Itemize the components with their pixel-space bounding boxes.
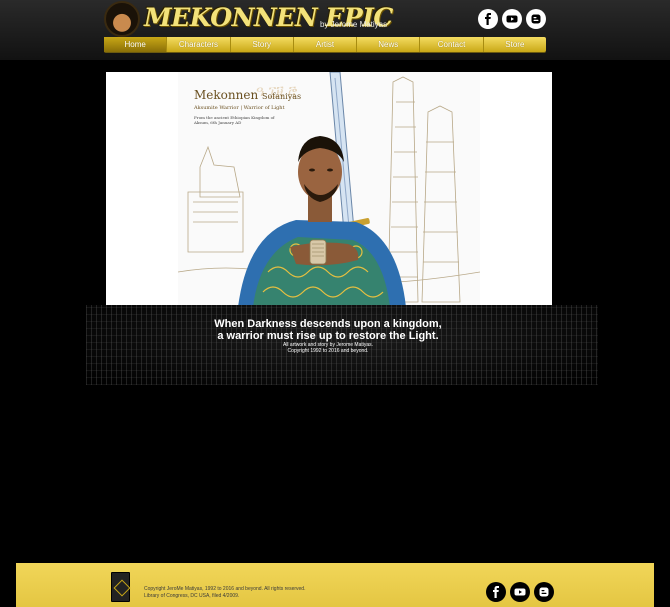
hero-title-main: Mekonnen — [194, 88, 259, 102]
hero-image-frame: ዓ ፲፱ ፸ Mekonnen Sofaniyas Aksumite Warri… — [106, 72, 552, 307]
hero-note: From the ancient Ethiopian Kingdom of Ak… — [194, 115, 275, 125]
facebook-icon[interactable] — [486, 582, 506, 602]
main-nav: Home Characters Story Artist News Contac… — [104, 37, 546, 52]
nav-story[interactable]: Story — [231, 37, 294, 52]
tagline-line-2: a warrior must rise up to restore the Li… — [217, 330, 439, 342]
hero-subtitle: Aksumite Warrior | Warrior of Light — [194, 105, 285, 111]
blogger-icon[interactable] — [526, 9, 546, 29]
social-links-header — [478, 9, 546, 29]
nav-artist[interactable]: Artist — [294, 37, 358, 52]
nav-store[interactable]: Store — [484, 37, 546, 52]
credit-line-2: Copyright 1992 to 2016 and beyond. — [287, 348, 369, 354]
tagline-block: When Darkness descends upon a kingdom, a… — [150, 318, 506, 354]
site-footer: Copyright JeroMe Matiyas, 1992 to 2016 a… — [16, 563, 654, 607]
footer-copyright: Copyright JeroMe Matiyas, 1992 to 2016 a… — [144, 586, 305, 600]
hero-title-suffix: Sofaniyas — [262, 92, 302, 101]
hero-title: Mekonnen Sofaniyas — [194, 88, 301, 102]
facebook-icon[interactable] — [478, 9, 498, 29]
blogger-icon[interactable] — [534, 582, 554, 602]
logo-avatar[interactable] — [104, 1, 140, 37]
copyright-line-1: Copyright JeroMe Matiyas, 1992 to 2016 a… — [144, 586, 306, 592]
nav-contact[interactable]: Contact — [420, 37, 484, 52]
nav-home[interactable]: Home — [104, 37, 168, 52]
nav-news[interactable]: News — [357, 37, 421, 52]
hero-artwork: ዓ ፲፱ ፸ Mekonnen Sofaniyas Aksumite Warri… — [178, 72, 480, 307]
copyright-line-2: Library of Congress, DC USA, filed 4/200… — [144, 593, 240, 599]
book-cover-icon[interactable] — [111, 572, 130, 602]
youtube-icon[interactable] — [502, 9, 522, 29]
youtube-icon[interactable] — [510, 582, 530, 602]
nav-characters[interactable]: Characters — [167, 37, 231, 52]
tagline-line-1: When Darkness descends upon a kingdom, — [214, 318, 442, 330]
byline: by Jerome Matiyas — [320, 20, 388, 29]
social-links-footer — [486, 582, 554, 602]
